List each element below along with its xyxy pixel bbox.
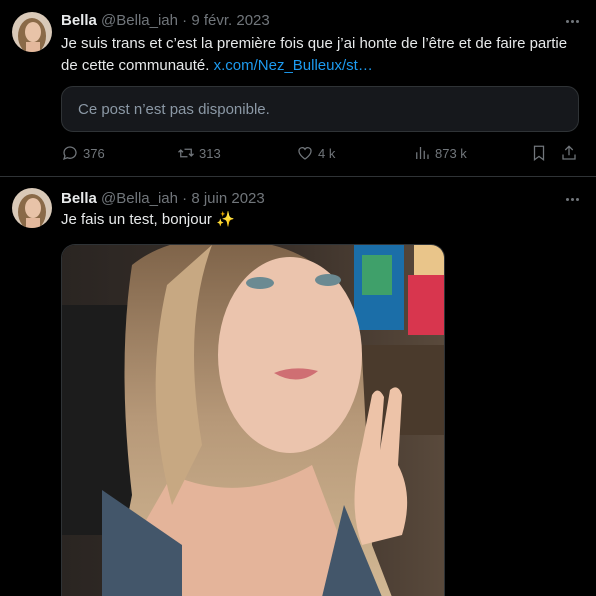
author-handle[interactable]: @Bella_iah (101, 12, 178, 29)
tweet-photo[interactable] (61, 244, 445, 596)
author-name[interactable]: Bella (61, 190, 97, 207)
action-bar: 376 313 4 k 873 k (61, 144, 579, 164)
tweet[interactable]: Bella @Bella_iah · 9 févr. 2023 Je suis … (0, 0, 596, 177)
avatar[interactable] (12, 188, 52, 228)
repost-icon (178, 148, 194, 158)
tweet-date[interactable]: 9 févr. 2023 (191, 12, 269, 29)
like-count: 4 k (318, 145, 336, 161)
bookmark-icon (533, 145, 545, 162)
share-icon (562, 145, 576, 160)
share-button[interactable] (560, 144, 578, 162)
author-name[interactable]: Bella (61, 12, 97, 29)
views-button[interactable]: 873 k (413, 144, 467, 162)
separator-dot: · (182, 12, 188, 29)
tweet-text: Je suis trans et c’est la première fois … (61, 33, 582, 77)
views-icon (416, 147, 429, 159)
quoted-post-unavailable: Ce post n’est pas disponible. (61, 86, 579, 132)
like-button[interactable]: 4 k (296, 144, 335, 162)
tweet-header: Bella @Bella_iah · 9 févr. 2023 (61, 11, 270, 31)
tweet-body: Je fais un test, bonjour ✨ (61, 211, 235, 228)
like-icon (298, 147, 312, 160)
tweet-text: Je fais un test, bonjour ✨ (61, 209, 582, 231)
repost-button[interactable]: 313 (177, 144, 221, 162)
repost-count: 313 (199, 145, 221, 161)
avatar[interactable] (12, 12, 52, 52)
reply-icon (63, 146, 77, 161)
tweet-link[interactable]: x.com/Nez_Bulleux/st… (214, 57, 373, 74)
more-icon[interactable] (562, 191, 582, 207)
tweet-date[interactable]: 8 juin 2023 (191, 190, 264, 207)
tweet-header: Bella @Bella_iah · 8 juin 2023 (61, 189, 265, 209)
tweet[interactable]: Bella @Bella_iah · 8 juin 2023 Je fais u… (0, 178, 596, 596)
separator-dot: · (182, 190, 188, 207)
bookmark-button[interactable] (530, 144, 548, 162)
more-icon[interactable] (562, 13, 582, 29)
unavailable-text: Ce post n’est pas disponible. (78, 100, 270, 118)
author-handle[interactable]: @Bella_iah (101, 190, 178, 207)
reply-count: 376 (83, 145, 105, 161)
views-count: 873 k (435, 145, 467, 161)
reply-button[interactable]: 376 (61, 144, 105, 162)
